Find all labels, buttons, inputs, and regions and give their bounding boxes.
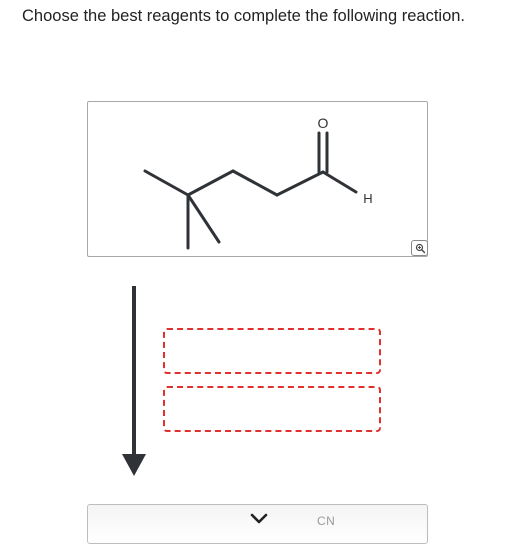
magnifier-icon — [415, 243, 426, 254]
bond-c4-c5 — [275, 170, 325, 197]
bond-methyl-1 — [143, 169, 190, 197]
bond-c2-c3 — [186, 169, 235, 197]
reagent-picker[interactable]: CN — [87, 504, 428, 544]
bond-c3-c4 — [231, 169, 279, 197]
molecule-structure: O H — [143, 115, 373, 250]
bond-aldehyde-h — [321, 170, 358, 194]
reagent-slot-2[interactable] — [163, 386, 381, 432]
bond-methyl-3 — [186, 193, 221, 244]
question-prompt: Choose the best reagents to complete the… — [22, 7, 466, 25]
hydrogen-label: H — [363, 191, 372, 206]
starting-material-box: O H — [87, 101, 428, 257]
reagent-slot-1[interactable] — [163, 328, 381, 374]
oxygen-label: O — [318, 115, 329, 131]
chevron-down-icon[interactable] — [250, 513, 268, 524]
zoom-button[interactable] — [411, 240, 428, 256]
reaction-arrow — [122, 286, 146, 476]
